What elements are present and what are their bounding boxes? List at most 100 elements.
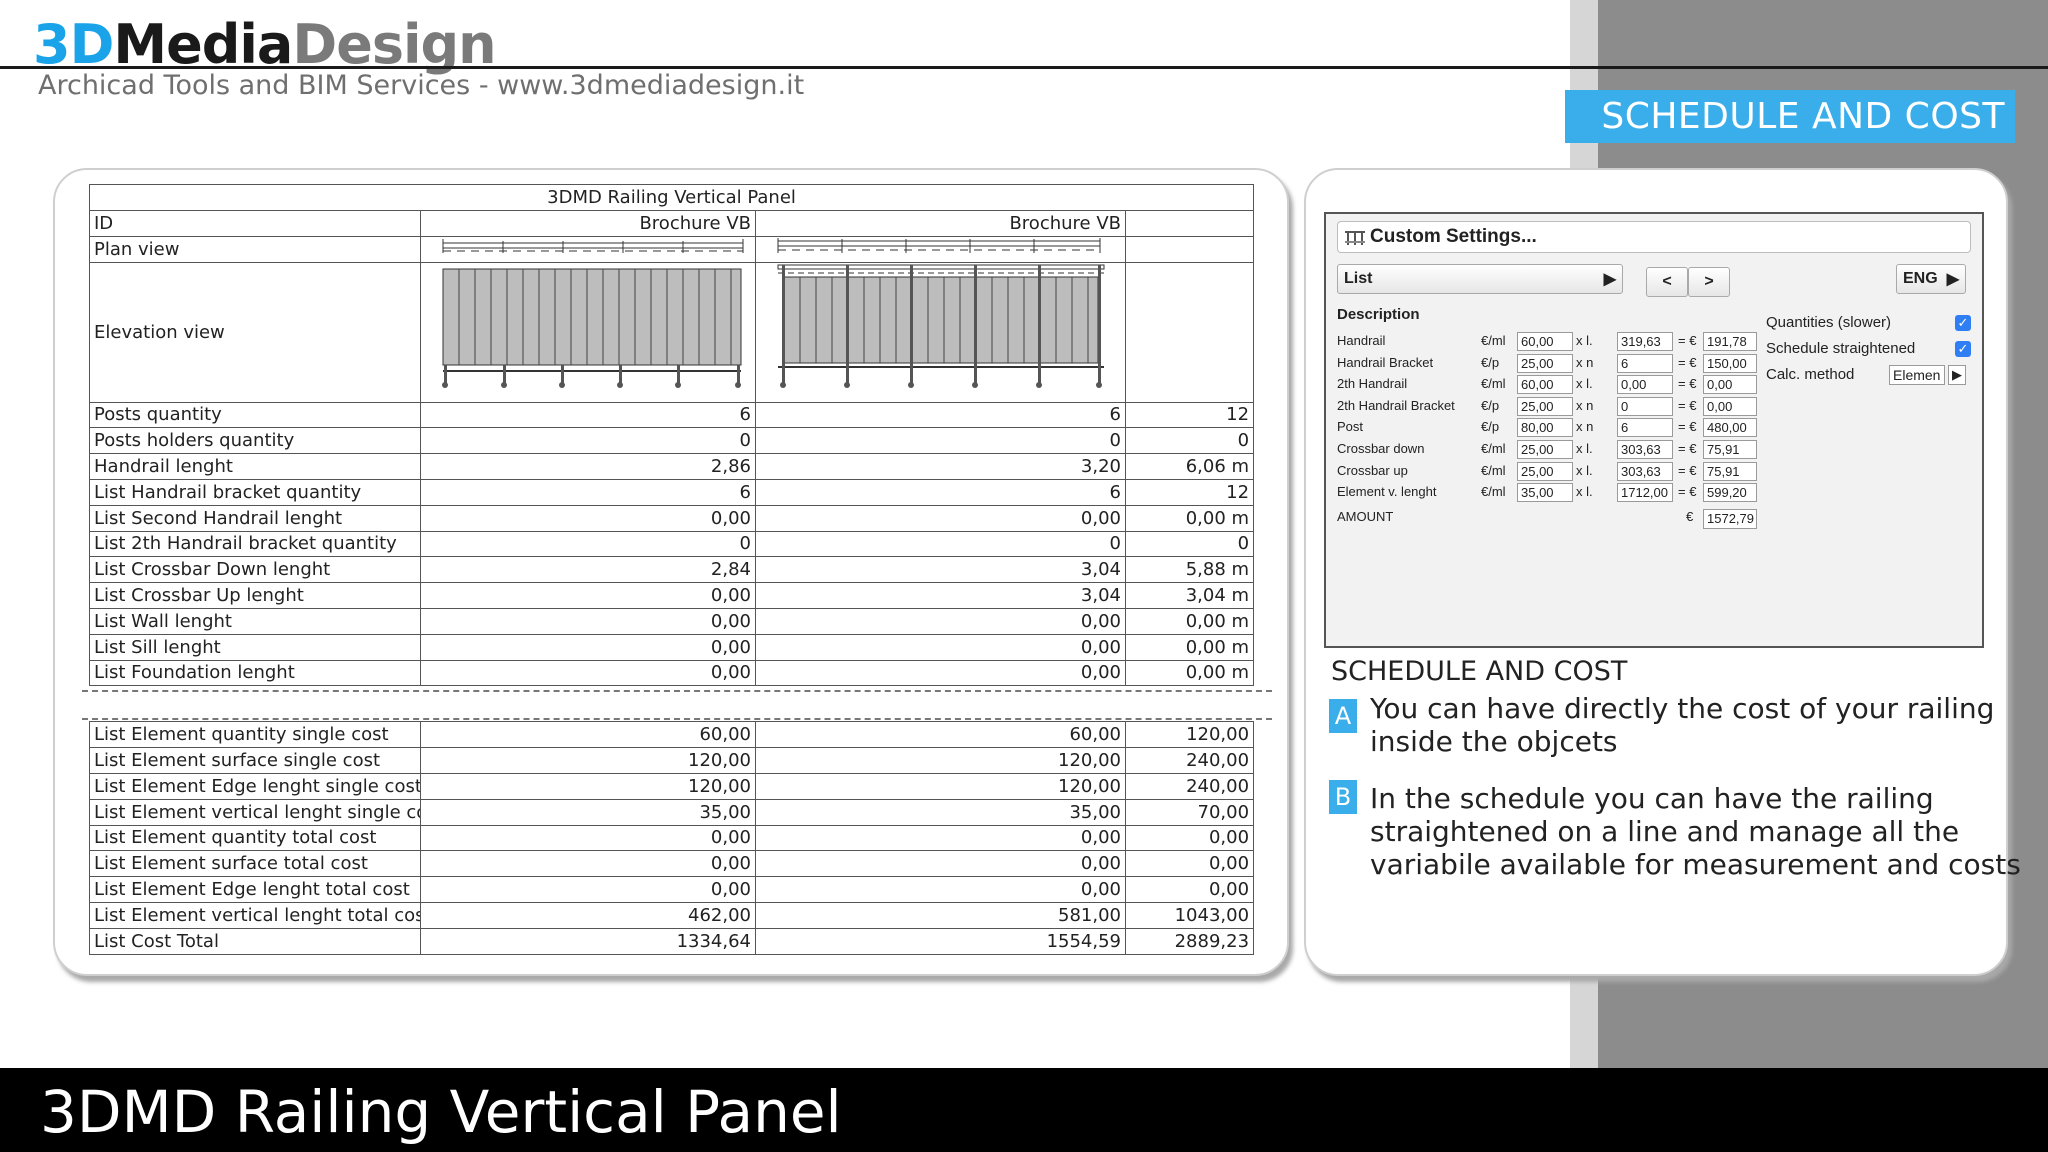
cost-row-qty[interactable]: 303,63 xyxy=(1617,440,1673,459)
schedule-row: List Element vertical lenght total cost 4… xyxy=(89,901,1255,929)
row-value: 120,00 xyxy=(1124,721,1255,749)
row-value: 0,00 xyxy=(755,659,1126,687)
empty-cell xyxy=(1124,235,1255,263)
custom-settings-header[interactable]: Custom Settings... xyxy=(1337,221,1971,253)
prev-button[interactable]: < xyxy=(1646,267,1688,297)
cost-row-qty[interactable]: 6 xyxy=(1617,418,1673,438)
row-value: 12 xyxy=(1124,478,1255,506)
cost-row-name: Crossbar up xyxy=(1337,462,1408,478)
row-label: List Element quantity single cost xyxy=(89,721,421,749)
cost-row-eq: = € xyxy=(1678,397,1697,413)
schedule-title: 3DMD Railing Vertical Panel xyxy=(88,184,1255,211)
cost-row-price[interactable]: 60,00 xyxy=(1517,332,1573,351)
schedule-break-line-top xyxy=(82,690,1272,692)
row-value: 0,00 xyxy=(755,607,1126,635)
row-label: List 2th Handrail bracket quantity xyxy=(89,530,421,558)
schedule-row: List Element quantity total cost 0,00 0,00… xyxy=(89,824,1255,852)
row-value: 0,00 m xyxy=(1124,504,1255,532)
row-label: List Crossbar Down lenght xyxy=(89,556,421,584)
cost-row-unit: €/p xyxy=(1481,419,1500,435)
row-value: 3,04 xyxy=(755,556,1126,584)
row-value: 5,88 m xyxy=(1124,556,1255,584)
elevation-railing-2 xyxy=(777,264,1105,388)
schedule-row: List Element Edge lenght total cost 0,00 0… xyxy=(89,876,1255,903)
cost-row-qty[interactable]: 319,63 xyxy=(1617,332,1673,351)
row-value: 0,00 xyxy=(1124,824,1255,852)
quantities-checkbox[interactable]: ✓ xyxy=(1955,315,1971,331)
cost-row-unit: €/ml xyxy=(1481,441,1506,456)
info-b-line-2: straightened on a line and manage all th… xyxy=(1370,815,1960,848)
row-value: 0,00 xyxy=(420,582,756,609)
schedule-table: 3DMD Railing Vertical Panel ID Brochure … xyxy=(88,184,1255,955)
row-label: List Element Edge lenght total cost xyxy=(89,876,421,903)
empty-cell xyxy=(1124,261,1255,403)
cost-row-name: Element v. lenght xyxy=(1337,484,1437,500)
row-value: 6 xyxy=(420,401,756,429)
cost-row-price[interactable]: 25,00 xyxy=(1517,440,1573,459)
letter-b-badge: B xyxy=(1329,780,1357,814)
row-value: 0 xyxy=(1124,427,1255,455)
cost-row-qty[interactable]: 303,63 xyxy=(1617,461,1673,481)
calc-method-arrow-icon[interactable]: ▶ xyxy=(1948,365,1966,385)
row-value: 0,00 m xyxy=(1124,633,1255,661)
description-label: Description xyxy=(1337,306,1420,323)
amount-label: AMOUNT xyxy=(1337,509,1394,524)
cost-row-eq: = € xyxy=(1678,419,1697,435)
id-value: Brochure VB xyxy=(755,209,1126,237)
row-value: 0,00 xyxy=(420,876,756,903)
row-value: 12 xyxy=(1124,401,1255,429)
language-button[interactable]: ENG ▶ xyxy=(1896,264,1966,294)
cost-row-eq: = € xyxy=(1678,354,1697,370)
info-heading: SCHEDULE AND COST xyxy=(1331,656,1628,687)
row-value: 1043,00 xyxy=(1124,901,1255,929)
list-dropdown[interactable]: List ▶ xyxy=(1337,264,1623,294)
row-value: 120,00 xyxy=(755,772,1126,800)
cost-row-price[interactable]: 25,00 xyxy=(1517,396,1573,416)
schedule-straightened-checkbox[interactable]: ✓ xyxy=(1955,341,1971,357)
custom-settings-dialog: Custom Settings... List ▶ < > ENG ▶ Desc… xyxy=(1324,212,1984,648)
cost-row-total: 150,00 xyxy=(1703,353,1757,373)
cost-row-price[interactable]: 25,00 xyxy=(1517,353,1573,373)
row-label: List Sill lenght xyxy=(89,633,421,661)
schedule-straightened-label: Schedule straightened xyxy=(1766,340,1916,357)
schedule-row: Handrail lenght 2,86 3,20 6,06 m xyxy=(89,453,1255,480)
row-value: 0,00 m xyxy=(1124,659,1255,687)
cost-row-price[interactable]: 35,00 xyxy=(1517,483,1573,503)
schedule-row: List Foundation lenght 0,00 0,00 0,00 m xyxy=(89,659,1255,687)
row-label: List Second Handrail lenght xyxy=(89,504,421,532)
row-label: Posts holders quantity xyxy=(89,427,421,455)
cost-row-price[interactable]: 25,00 xyxy=(1517,461,1573,481)
cost-row-eq: = € xyxy=(1678,441,1697,456)
elevation-drawing xyxy=(755,261,1126,403)
calc-method-select[interactable]: Elemen xyxy=(1889,365,1945,385)
cost-row-name: Handrail xyxy=(1337,333,1386,348)
cost-row-unit: €/p xyxy=(1481,354,1500,370)
row-value: 0,00 xyxy=(755,504,1126,532)
row-label: Plan view xyxy=(89,235,421,263)
cost-row-qty[interactable]: 1712,00 xyxy=(1617,483,1673,503)
cost-row-qty[interactable]: 0,00 xyxy=(1617,375,1673,395)
cost-row-price[interactable]: 80,00 xyxy=(1517,418,1573,438)
cost-row-qty[interactable]: 6 xyxy=(1617,353,1673,373)
cost-row-qty[interactable]: 0 xyxy=(1617,396,1673,416)
row-value: 2,84 xyxy=(420,556,756,584)
list-dropdown-label: List xyxy=(1344,270,1373,287)
schedule-title-row: 3DMD Railing Vertical Panel xyxy=(88,184,1255,211)
cost-row-name: 2th Handrail Bracket xyxy=(1337,397,1455,413)
amount-field[interactable]: 1572,79 xyxy=(1703,509,1757,529)
schedule-row: List Second Handrail lenght 0,00 0,00 0,00 … xyxy=(89,504,1255,532)
cost-row-op: x l. xyxy=(1576,484,1593,500)
schedule-row: Posts holders quantity 0 0 0 xyxy=(89,427,1255,455)
row-value: 581,00 xyxy=(755,901,1126,929)
plan-view-drawing xyxy=(420,235,756,263)
plan-view-drawing xyxy=(755,235,1126,263)
cost-row-eq: = € xyxy=(1678,376,1697,392)
cost-row-total: 75,91 xyxy=(1703,461,1757,481)
row-value: 0,00 xyxy=(420,633,756,661)
cost-row-price[interactable]: 60,00 xyxy=(1517,375,1573,395)
next-button[interactable]: > xyxy=(1688,267,1730,297)
row-label: Posts quantity xyxy=(89,401,421,429)
cost-row-total: 191,78 xyxy=(1703,332,1757,351)
row-value: 1334,64 xyxy=(420,927,756,955)
row-value: 0,00 xyxy=(1124,876,1255,903)
